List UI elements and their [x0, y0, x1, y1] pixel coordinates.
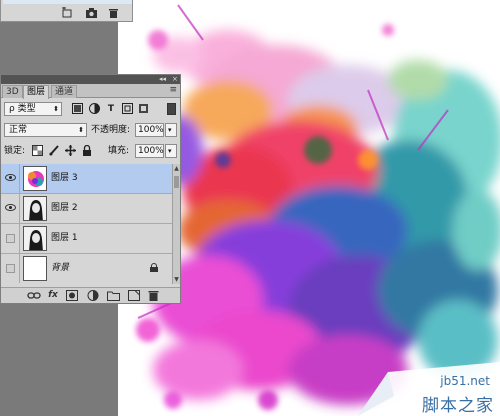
layer-thumbnail-portrait — [23, 196, 47, 221]
trash-icon[interactable] — [148, 290, 159, 301]
chevron-down-icon: ▾ — [168, 126, 172, 134]
layer-row-3[interactable]: 图层 3 — [1, 164, 172, 194]
watermark-site: jb51.net — [440, 374, 490, 388]
fill-dropdown-button[interactable]: ▾ — [165, 144, 177, 158]
chevron-down-icon: ⬍ — [78, 126, 84, 134]
tab-channels[interactable]: 通道 — [51, 85, 78, 98]
collapse-panel-icon[interactable]: ◂◂ — [159, 75, 166, 84]
layer-name[interactable]: 图层 2 — [51, 194, 78, 223]
opacity-label: 不透明度: — [91, 125, 131, 135]
watermark-name: 脚本之家 — [422, 396, 494, 416]
new-layer-icon[interactable] — [128, 290, 140, 301]
fill-label: 填充: — [108, 146, 130, 156]
filter-kind-value: ρ 类型 — [9, 104, 36, 114]
filter-row: ρ 类型 ⬍ T — [1, 102, 180, 118]
blend-row: 正常 ⬍ 不透明度: 100% ▾ — [1, 123, 180, 139]
camera-icon[interactable] — [85, 7, 98, 19]
lock-icon — [150, 263, 158, 272]
scrollbar-thumb[interactable] — [174, 176, 179, 188]
layer-list: 图层 3 图层 2 图层 1 背景 — [1, 164, 172, 284]
chevron-down-icon: ⬍ — [53, 105, 59, 113]
visibility-toggle[interactable] — [1, 254, 20, 283]
layer-name[interactable]: 图层 3 — [51, 164, 78, 193]
adjustment-layer-icon[interactable] — [87, 290, 99, 301]
layer-list-scrollbar[interactable]: ▲ ▼ — [172, 164, 180, 284]
opacity-dropdown-button[interactable]: ▾ — [165, 123, 177, 137]
layer-thumbnail-white — [23, 256, 47, 281]
layer-name[interactable]: 背景 — [51, 254, 69, 283]
blend-mode-select[interactable]: 正常 ⬍ — [4, 123, 87, 137]
blend-mode-value: 正常 — [9, 125, 28, 135]
layer-row-background[interactable]: 背景 — [1, 254, 172, 284]
layer-row-1[interactable]: 图层 1 — [1, 224, 172, 254]
trash-icon[interactable] — [108, 7, 119, 19]
link-icon[interactable] — [27, 290, 41, 301]
previous-panel-footer — [0, 0, 133, 22]
panel-title-bar[interactable]: ◂◂ × — [1, 75, 180, 84]
lock-label: 锁定: — [4, 146, 26, 156]
close-panel-icon[interactable]: × — [172, 75, 178, 84]
layers-bottom-toolbar: fx — [1, 287, 180, 303]
tab-3d[interactable]: 3D — [2, 85, 23, 98]
opacity-input[interactable]: 100% — [135, 123, 164, 137]
site-watermark: jb51.net 脚本之家 — [358, 362, 500, 416]
eye-icon — [5, 174, 16, 181]
filter-toggle-switch[interactable] — [167, 103, 176, 115]
group-folder-icon[interactable] — [107, 290, 120, 301]
visibility-toggle[interactable] — [1, 164, 20, 193]
lock-image-pixels-icon[interactable] — [48, 145, 60, 160]
hidden-checkbox-icon — [6, 234, 15, 243]
chevron-down-icon: ▾ — [168, 147, 172, 155]
fill-value: 100% — [138, 146, 164, 156]
visibility-toggle[interactable] — [1, 224, 20, 253]
fx-icon[interactable]: fx — [46, 290, 60, 301]
layers-panel: ◂◂ × 3D 图层 通道 ≡ ρ 类型 ⬍ T 正常 ⬍ 不透明度: 100%… — [0, 74, 181, 304]
fill-input[interactable]: 100% — [135, 144, 164, 158]
panel-menu-icon[interactable]: ≡ — [169, 85, 177, 95]
lock-all-icon[interactable] — [81, 144, 93, 160]
adjustment-filter-icon[interactable] — [88, 103, 100, 118]
new-item-icon[interactable] — [61, 6, 73, 19]
layer-row-2[interactable]: 图层 2 — [1, 194, 172, 224]
smart-object-filter-icon[interactable] — [137, 103, 149, 118]
scroll-up-icon[interactable]: ▲ — [173, 165, 180, 172]
eye-icon — [5, 204, 16, 211]
tab-layers[interactable]: 图层 — [23, 85, 50, 99]
filter-kind-select[interactable]: ρ 类型 ⬍ — [4, 102, 62, 116]
previous-panel-list-edge — [3, 0, 132, 4]
layer-thumbnail-portrait — [23, 226, 47, 251]
opacity-value: 100% — [138, 125, 164, 135]
mask-icon[interactable] — [66, 290, 78, 301]
layer-thumbnail-splash — [23, 166, 47, 191]
panel-tabs: 3D 图层 通道 ≡ — [1, 84, 180, 99]
hidden-checkbox-icon — [6, 264, 15, 273]
image-filter-icon[interactable] — [71, 103, 83, 118]
type-filter-icon[interactable]: T — [105, 103, 117, 115]
lock-position-icon[interactable] — [64, 145, 76, 160]
layer-name[interactable]: 图层 1 — [51, 224, 78, 253]
scroll-down-icon[interactable]: ▼ — [173, 276, 180, 283]
lock-row: 锁定: 填充: 100% ▾ — [1, 144, 180, 160]
shape-filter-icon[interactable] — [121, 103, 133, 118]
lock-transparent-pixels-icon[interactable] — [31, 145, 43, 160]
visibility-toggle[interactable] — [1, 194, 20, 223]
